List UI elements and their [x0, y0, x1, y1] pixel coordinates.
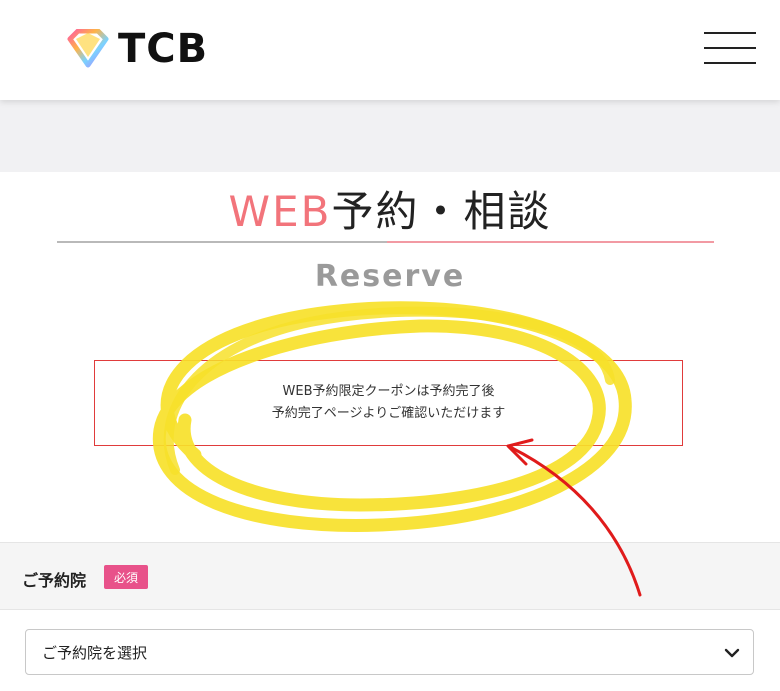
chevron-down-icon	[724, 648, 740, 658]
coupon-notice-box: WEB予約限定クーポンは予約完了後 予約完了ページよりご確認いただけます	[94, 360, 683, 446]
page-title-rest: 予約・相談	[331, 187, 552, 236]
page-subtitle: Reserve	[314, 259, 466, 294]
site-header: TCB	[0, 0, 780, 100]
clinic-select-value: ご予約院を選択	[42, 644, 148, 662]
title-divider-left	[57, 241, 387, 243]
clinic-field-label: ご予約院	[22, 571, 87, 590]
notice-line-1: WEB予約限定クーポンは予約完了後	[282, 384, 495, 399]
logo[interactable]: TCB	[64, 24, 208, 74]
page-title-accent: WEB	[228, 187, 332, 236]
header-spacer-band	[0, 100, 780, 172]
logo-text: TCB	[118, 26, 209, 72]
page-title: WEB予約・相談	[0, 178, 780, 239]
diamond-icon	[67, 29, 109, 68]
clinic-select[interactable]: ご予約院を選択	[25, 629, 754, 675]
required-badge: 必須	[104, 565, 148, 589]
notice-line-2: 予約完了ページよりご確認いただけます	[271, 406, 506, 421]
clinic-field-row: ご予約院 必須	[0, 542, 780, 610]
hamburger-icon[interactable]	[704, 30, 756, 66]
title-divider-right	[387, 241, 714, 243]
